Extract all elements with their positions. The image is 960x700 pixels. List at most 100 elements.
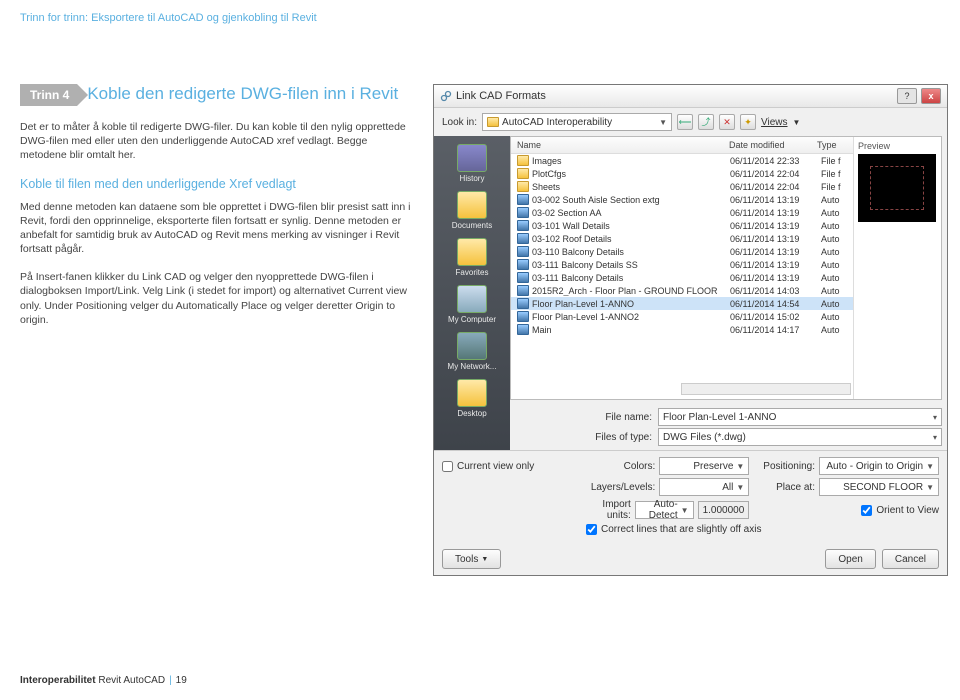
layers-label: Layers/Levels:	[591, 482, 655, 493]
file-row[interactable]: Images06/11/2014 22:33File f	[511, 154, 853, 167]
file-name: Main	[532, 325, 727, 335]
filetype-label: Files of type:	[590, 432, 652, 443]
folder-icon	[517, 168, 529, 179]
place-mycomputer[interactable]: My Computer	[434, 282, 510, 327]
correct-lines-checkbox[interactable]: Correct lines that are slightly off axis	[586, 524, 939, 535]
filetype-combo[interactable]: DWG Files (*.dwg)▾	[658, 428, 942, 446]
file-date: 06/11/2014 14:03	[730, 286, 818, 296]
lookin-label: Look in:	[442, 117, 477, 128]
positioning-value: Auto - Origin to Origin	[824, 461, 923, 472]
file-row[interactable]: Floor Plan-Level 1-ANNO206/11/2014 15:02…	[511, 310, 853, 323]
file-row[interactable]: Sheets06/11/2014 22:04File f	[511, 180, 853, 193]
file-date: 06/11/2014 13:19	[730, 221, 818, 231]
file-name: 03-111 Balcony Details	[532, 273, 727, 283]
file-date: 06/11/2014 13:19	[730, 195, 818, 205]
file-row[interactable]: Main06/11/2014 14:17Auto	[511, 323, 853, 336]
place-desktop[interactable]: Desktop	[434, 376, 510, 421]
file-row[interactable]: 2015R2_Arch - Floor Plan - GROUND FLOOR0…	[511, 284, 853, 297]
cancel-button[interactable]: Cancel	[882, 549, 939, 569]
newfolder-icon[interactable]: ✦	[740, 114, 756, 130]
file-type: File f	[821, 156, 847, 166]
dwg-icon	[517, 324, 529, 335]
dialog-titlebar: Link CAD Formats ? x	[434, 85, 947, 108]
paragraph-1: Det er to måter å koble til redigerte DW…	[20, 120, 415, 163]
file-name: PlotCfgs	[532, 169, 727, 179]
col-name[interactable]: Name	[517, 140, 729, 150]
file-name: Floor Plan-Level 1-ANNO	[532, 299, 727, 309]
file-list-pane: Name Date modified Type Images06/11/2014…	[510, 136, 942, 400]
help-button[interactable]: ?	[897, 88, 917, 104]
paragraph-3: På Insert-fanen klikker du Link CAD og v…	[20, 270, 415, 327]
file-date: 06/11/2014 13:19	[730, 234, 818, 244]
file-name: 03-101 Wall Details	[532, 221, 727, 231]
file-date: 06/11/2014 13:19	[730, 208, 818, 218]
horizontal-scrollbar[interactable]	[681, 383, 851, 395]
file-row[interactable]: 03-111 Balcony Details SS06/11/2014 13:1…	[511, 258, 853, 271]
placeat-combo[interactable]: SECOND FLOOR▼	[819, 478, 939, 496]
file-type: Auto	[821, 208, 847, 218]
lookin-value: AutoCAD Interoperability	[502, 117, 656, 128]
views-label[interactable]: Views	[761, 117, 788, 128]
file-name: Sheets	[532, 182, 727, 192]
place-mynetwork[interactable]: My Network...	[434, 329, 510, 374]
col-type[interactable]: Type	[817, 140, 847, 150]
back-icon[interactable]: ⟵	[677, 114, 693, 130]
preview-label: Preview	[858, 141, 937, 151]
place-favorites[interactable]: Favorites	[434, 235, 510, 280]
close-button[interactable]: x	[921, 88, 941, 104]
paragraph-2: Med denne metoden kan dataene som ble op…	[20, 200, 415, 257]
file-rows[interactable]: Images06/11/2014 22:33File fPlotCfgs06/1…	[511, 154, 853, 399]
file-name: 03-111 Balcony Details SS	[532, 260, 727, 270]
file-name: Floor Plan-Level 1-ANNO2	[532, 312, 727, 322]
folder-icon	[487, 117, 499, 127]
dwg-icon	[517, 259, 529, 270]
place-documents-label: Documents	[434, 221, 510, 230]
tools-button[interactable]: Tools▼	[442, 549, 501, 569]
dwg-icon	[517, 298, 529, 309]
file-name: 03-002 South Aisle Section extg	[532, 195, 727, 205]
colors-combo[interactable]: Preserve▼	[659, 457, 749, 475]
dwg-icon	[517, 233, 529, 244]
file-date: 06/11/2014 13:19	[730, 247, 818, 257]
chevron-down-icon: ▾	[933, 433, 937, 442]
units-combo[interactable]: Auto-Detect▼	[635, 501, 694, 519]
file-row[interactable]: 03-110 Balcony Details06/11/2014 13:19Au…	[511, 245, 853, 258]
current-view-checkbox[interactable]: Current view only	[442, 461, 572, 472]
file-row[interactable]: 03-101 Wall Details06/11/2014 13:19Auto	[511, 219, 853, 232]
file-type: Auto	[821, 260, 847, 270]
file-row[interactable]: 03-102 Roof Details06/11/2014 13:19Auto	[511, 232, 853, 245]
file-name: 2015R2_Arch - Floor Plan - GROUND FLOOR	[532, 286, 727, 296]
place-history-label: History	[434, 174, 510, 183]
file-date: 06/11/2014 22:04	[730, 182, 818, 192]
dwg-icon	[517, 207, 529, 218]
positioning-combo[interactable]: Auto - Origin to Origin▼	[819, 457, 939, 475]
delete-icon[interactable]: ✕	[719, 114, 735, 130]
place-documents[interactable]: Documents	[434, 188, 510, 233]
filename-input[interactable]: Floor Plan-Level 1-ANNO▾	[658, 408, 942, 426]
orient-to-view-checkbox[interactable]: Orient to View	[763, 505, 939, 516]
page-header: Trinn for trinn: Eksportere til AutoCAD …	[0, 0, 960, 24]
col-date[interactable]: Date modified	[729, 140, 817, 150]
current-view-label: Current view only	[457, 461, 534, 472]
file-type: Auto	[821, 286, 847, 296]
place-history[interactable]: History	[434, 141, 510, 186]
file-list-header[interactable]: Name Date modified Type	[511, 137, 853, 154]
file-row[interactable]: PlotCfgs06/11/2014 22:04File f	[511, 167, 853, 180]
units-factor: 1.000000	[698, 501, 750, 519]
lookin-combo[interactable]: AutoCAD Interoperability ▼	[482, 113, 672, 131]
file-row[interactable]: 03-002 South Aisle Section extg06/11/201…	[511, 193, 853, 206]
file-row[interactable]: 03-111 Balcony Details06/11/2014 13:19Au…	[511, 271, 853, 284]
file-type: Auto	[821, 273, 847, 283]
file-row[interactable]: Floor Plan-Level 1-ANNO06/11/2014 14:54A…	[511, 297, 853, 310]
up-icon[interactable]: ⤴	[698, 114, 714, 130]
dwg-icon	[517, 246, 529, 257]
placeat-value: SECOND FLOOR	[824, 482, 923, 493]
orient-to-view-label: Orient to View	[876, 505, 939, 516]
file-row[interactable]: 03-02 Section AA06/11/2014 13:19Auto	[511, 206, 853, 219]
file-date: 06/11/2014 22:04	[730, 169, 818, 179]
page-footer: Interoperabilitet Revit AutoCAD|19	[20, 675, 187, 686]
file-type: Auto	[821, 247, 847, 257]
layers-combo[interactable]: All▼	[659, 478, 749, 496]
correct-lines-label: Correct lines that are slightly off axis	[601, 524, 761, 535]
open-button[interactable]: Open	[825, 549, 875, 569]
